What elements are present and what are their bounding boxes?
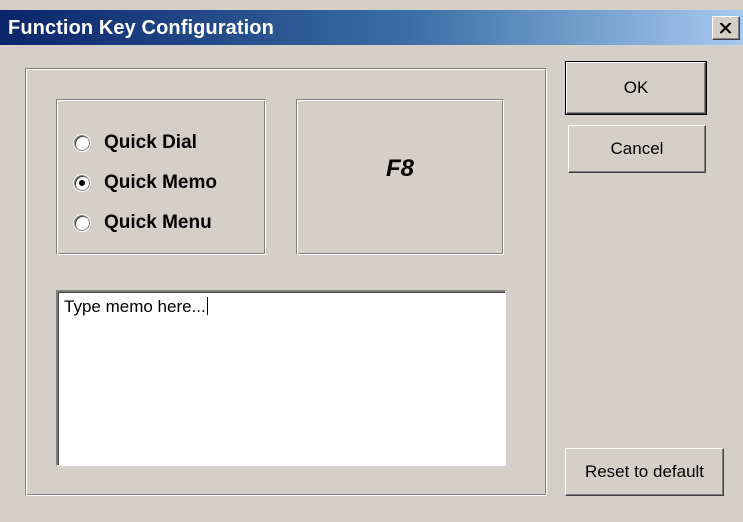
cancel-button[interactable]: Cancel	[568, 125, 706, 173]
memo-textarea[interactable]: Type memo here...	[56, 290, 506, 466]
memo-text: Type memo here...	[64, 297, 206, 316]
radio-quick-memo[interactable]: Quick Memo	[74, 169, 217, 197]
text-caret	[206, 297, 208, 315]
radio-button-selected[interactable]	[74, 175, 90, 191]
radio-button[interactable]	[74, 215, 90, 231]
radio-quick-dial[interactable]: Quick Dial	[74, 129, 197, 157]
close-button[interactable]	[712, 16, 740, 40]
radio-label: Quick Dial	[104, 132, 197, 153]
radio-quick-menu[interactable]: Quick Menu	[74, 209, 212, 237]
ok-button[interactable]: OK	[565, 61, 707, 115]
reset-to-default-button[interactable]: Reset to default	[565, 448, 724, 496]
radio-selected-dot	[79, 180, 85, 186]
radio-button[interactable]	[74, 135, 90, 151]
radio-label: Quick Menu	[104, 212, 212, 233]
function-key-dialog: Function Key Configuration Quick Dial Qu…	[0, 0, 743, 522]
radio-label: Quick Memo	[104, 172, 217, 193]
close-icon	[720, 22, 732, 33]
window-title: Function Key Configuration	[8, 17, 274, 39]
title-bar[interactable]: Function Key Configuration	[0, 10, 743, 45]
function-key-label: F8	[385, 155, 414, 182]
